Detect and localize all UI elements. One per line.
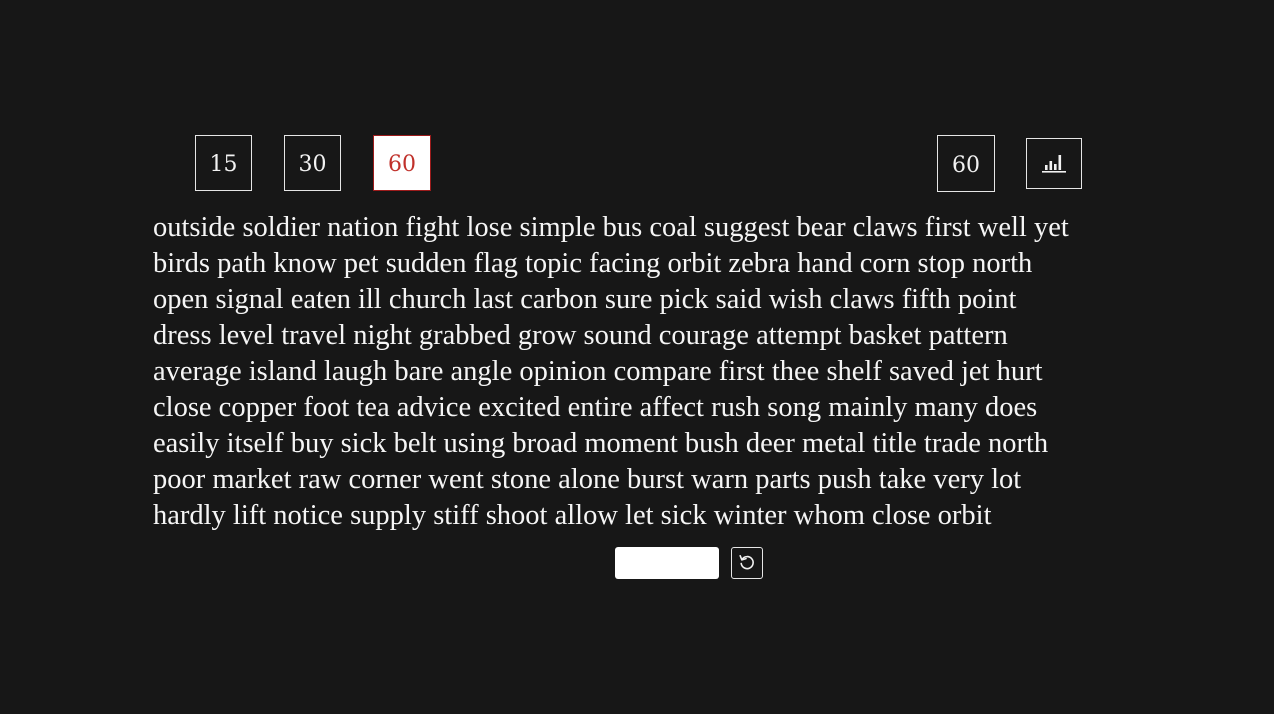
word-line: dress level travel night grabbed grow so… — [153, 320, 1008, 351]
bar-chart-icon — [1041, 151, 1067, 176]
word-line: close copper foot tea advice excited ent… — [153, 392, 1038, 423]
word-line: outside soldier nation fight lose simple… — [153, 212, 1069, 243]
word-list: outside soldier nation fight lose simple… — [153, 210, 1133, 534]
stats-button[interactable] — [1026, 138, 1082, 189]
restart-icon — [738, 553, 756, 574]
time-option-30-button[interactable]: 30 — [284, 135, 341, 191]
countdown-timer: 60 — [937, 135, 995, 192]
word-line: open signal eaten ill church last carbon… — [153, 284, 1017, 315]
word-line: average island laugh bare angle opinion … — [153, 356, 1043, 387]
time-option-15-button[interactable]: 15 — [195, 135, 252, 191]
restart-button[interactable] — [731, 547, 763, 579]
time-option-60-button[interactable]: 60 — [373, 135, 431, 191]
typing-input[interactable] — [615, 547, 719, 579]
word-line: birds path know pet sudden flag topic fa… — [153, 248, 1033, 279]
word-line: hardly lift notice supply stiff shoot al… — [153, 500, 992, 531]
word-line: easily itself buy sick belt using broad … — [153, 428, 1049, 459]
word-line: poor market raw corner went stone alone … — [153, 464, 1022, 495]
